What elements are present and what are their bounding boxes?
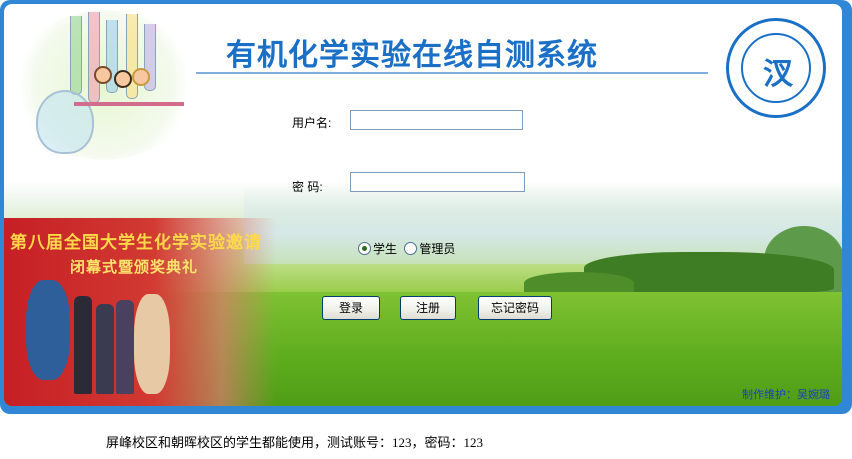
- role-label-admin: 管理员: [419, 242, 456, 256]
- rack-icon: [74, 102, 184, 106]
- child-icon: [114, 70, 132, 88]
- person-figure: [116, 300, 134, 394]
- event-photo: 第八届全国大学生化学实验邀请 闭幕式暨颁奖典礼: [4, 218, 276, 406]
- forgot-password-button[interactable]: 忘记密码: [478, 296, 552, 320]
- username-label: 用户名:: [292, 116, 332, 130]
- footer-note: 屏峰校区和朝晖校区的学生都能使用，测试账号：123，密码：123: [106, 435, 484, 450]
- password-label: 密 码:: [292, 180, 323, 194]
- register-button[interactable]: 注册: [400, 296, 456, 320]
- role-option-student[interactable]: 学生: [358, 242, 400, 256]
- treeline-small: [524, 272, 634, 294]
- password-input[interactable]: [350, 172, 525, 192]
- mascot-figure: [134, 294, 170, 394]
- title-underline: [196, 72, 708, 74]
- test-tube-icon: [70, 16, 82, 95]
- main-frame: 有机化学实验在线自测系统 汊 第八届全国大学生化学实验邀请 闭幕式暨颁奖典礼 用…: [0, 0, 852, 414]
- page-title: 有机化学实验在线自测系统: [226, 38, 598, 73]
- role-option-admin[interactable]: 管理员: [404, 242, 455, 256]
- radio-button[interactable]: [358, 242, 371, 255]
- radio-button[interactable]: [404, 242, 418, 255]
- photo-banner-line1: 第八届全国大学生化学实验邀请: [10, 233, 262, 253]
- child-icon: [132, 68, 150, 86]
- login-panel: 有机化学实验在线自测系统 汊 第八届全国大学生化学实验邀请 闭幕式暨颁奖典礼 用…: [4, 4, 842, 406]
- child-icon: [94, 66, 112, 84]
- username-input[interactable]: [350, 110, 523, 130]
- person-figure: [74, 296, 92, 394]
- flask-icon: [36, 90, 94, 154]
- mascot-figure: [26, 280, 70, 380]
- role-label-student: 学生: [373, 242, 398, 256]
- lab-illustration: [14, 10, 194, 160]
- maintainer-credit: 制作维护：吴婉璐: [742, 389, 830, 401]
- person-figure: [96, 304, 114, 394]
- seal-emblem: 汊: [763, 57, 793, 92]
- role-selector: 学生 管理员: [358, 240, 455, 257]
- login-button[interactable]: 登录: [322, 296, 380, 320]
- university-seal-logo: 汊: [726, 18, 826, 118]
- test-tube-icon: [88, 12, 100, 103]
- photo-banner-line2: 闭幕式暨颁奖典礼: [70, 258, 199, 276]
